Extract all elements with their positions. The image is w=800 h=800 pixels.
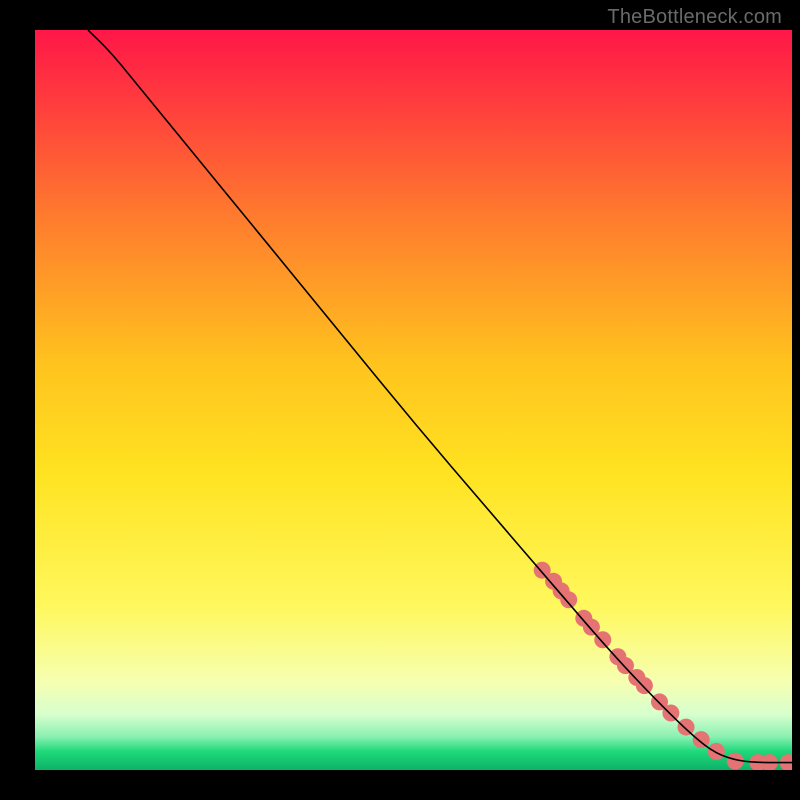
watermark-text: TheBottleneck.com — [607, 6, 782, 29]
data-marker — [708, 743, 725, 760]
data-marker — [583, 619, 600, 636]
chart-svg — [35, 30, 792, 770]
data-marker — [678, 719, 695, 736]
gradient-background — [35, 30, 792, 770]
chart-stage: TheBottleneck.com — [0, 0, 800, 800]
data-marker — [560, 591, 577, 608]
data-marker — [594, 631, 611, 648]
data-marker — [693, 731, 710, 748]
chart-plot-area — [35, 30, 792, 770]
data-marker — [662, 705, 679, 722]
data-marker — [636, 677, 653, 694]
